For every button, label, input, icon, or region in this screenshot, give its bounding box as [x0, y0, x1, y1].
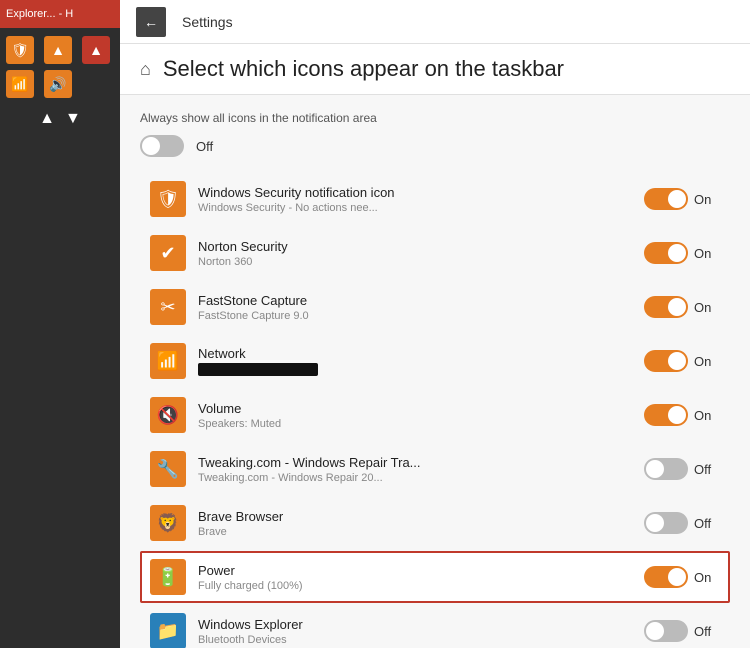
sidebar-top-label: Explorer... - H	[6, 8, 73, 20]
item-name: Norton Security	[198, 239, 632, 254]
sidebar-arrows: ▲ ▼	[0, 106, 120, 132]
item-name: Brave Browser	[198, 509, 632, 524]
item-toggle-area: On	[644, 188, 720, 210]
taskbar-icon-grid: 🛡 ▲ ▲ 📶 🔊	[0, 28, 120, 106]
always-show-label: Always show all icons in the notificatio…	[140, 111, 730, 125]
item-text: Brave Browser Brave	[198, 509, 632, 538]
item-sub: Fully charged (100%)	[198, 580, 632, 592]
settings-body: Always show all icons in the notificatio…	[120, 95, 750, 648]
taskbar-icon-speaker: 🔊	[44, 70, 72, 98]
item-toggle-area: On	[644, 242, 720, 264]
item-sub: Windows Security - No actions nee...	[198, 202, 632, 214]
item-toggle-area: On	[644, 404, 720, 426]
item-sub-redacted	[198, 363, 318, 376]
item-icon: 🔇	[150, 397, 186, 433]
item-toggle-label: Off	[694, 462, 720, 477]
header-bar: ← Settings	[120, 0, 750, 44]
item-icon: 🦁	[150, 505, 186, 541]
taskbar-icon-shield: 🛡	[6, 36, 34, 64]
list-item: 📶 Network On	[140, 335, 730, 387]
item-text: Power Fully charged (100%)	[198, 563, 632, 592]
item-toggle[interactable]	[644, 296, 688, 318]
header-title: Settings	[182, 14, 233, 30]
list-item: 📁 Windows Explorer Bluetooth Devices Off	[140, 605, 730, 648]
list-item: 🔇 Volume Speakers: Muted On	[140, 389, 730, 441]
always-show-row: Off	[140, 135, 730, 157]
item-name: Windows Explorer	[198, 617, 632, 632]
item-text: Network	[198, 346, 632, 376]
item-toggle[interactable]	[644, 620, 688, 642]
item-toggle-area: On	[644, 566, 720, 588]
item-text: FastStone Capture FastStone Capture 9.0	[198, 293, 632, 322]
item-icon: 📶	[150, 343, 186, 379]
item-name: Network	[198, 346, 632, 361]
item-toggle-area: On	[644, 350, 720, 372]
item-name: Tweaking.com - Windows Repair Tra...	[198, 455, 632, 470]
item-name: Power	[198, 563, 632, 578]
item-text: Windows Explorer Bluetooth Devices	[198, 617, 632, 646]
list-item: 🛡 Windows Security notification icon Win…	[140, 173, 730, 225]
item-toggle[interactable]	[644, 188, 688, 210]
item-text: Norton Security Norton 360	[198, 239, 632, 268]
list-item: ✔ Norton Security Norton 360 On	[140, 227, 730, 279]
item-toggle[interactable]	[644, 404, 688, 426]
item-name: Volume	[198, 401, 632, 416]
item-sub: Bluetooth Devices	[198, 634, 632, 646]
item-toggle-area: Off	[644, 620, 720, 642]
item-icon: 🔧	[150, 451, 186, 487]
item-toggle-label: Off	[694, 516, 720, 531]
item-toggle[interactable]	[644, 512, 688, 534]
page-title-bar: ⌂ Select which icons appear on the taskb…	[120, 44, 750, 95]
item-toggle-label: Off	[694, 624, 720, 639]
item-toggle[interactable]	[644, 242, 688, 264]
back-button[interactable]: ←	[136, 7, 166, 37]
item-sub: Speakers: Muted	[198, 418, 632, 430]
item-toggle[interactable]	[644, 458, 688, 480]
back-icon: ←	[144, 14, 158, 30]
item-icon: ✔	[150, 235, 186, 271]
item-text: Volume Speakers: Muted	[198, 401, 632, 430]
arrow-up-icon[interactable]: ▲	[39, 110, 55, 128]
list-item: 🔧 Tweaking.com - Windows Repair Tra... T…	[140, 443, 730, 495]
page-title: Select which icons appear on the taskbar	[163, 56, 564, 82]
always-show-toggle-text: Off	[196, 139, 213, 154]
taskbar-icon-wifi: 📶	[6, 70, 34, 98]
item-toggle-label: On	[694, 354, 720, 369]
home-icon: ⌂	[140, 59, 151, 80]
arrow-down-icon[interactable]: ▼	[65, 110, 81, 128]
list-item: ✂ FastStone Capture FastStone Capture 9.…	[140, 281, 730, 333]
item-toggle-area: On	[644, 296, 720, 318]
item-toggle-area: Off	[644, 512, 720, 534]
item-toggle-label: On	[694, 408, 720, 423]
items-list: 🛡 Windows Security notification icon Win…	[140, 173, 730, 648]
sidebar: Explorer... - H 🛡 ▲ ▲ 📶 🔊 ▲ ▼	[0, 0, 120, 648]
item-toggle-label: On	[694, 192, 720, 207]
item-sub: Norton 360	[198, 256, 632, 268]
item-toggle[interactable]	[644, 566, 688, 588]
item-name: FastStone Capture	[198, 293, 632, 308]
taskbar-icon-up2: ▲	[82, 36, 110, 64]
item-sub: Tweaking.com - Windows Repair 20...	[198, 472, 632, 484]
item-name: Windows Security notification icon	[198, 185, 632, 200]
item-icon: 📁	[150, 613, 186, 648]
item-text: Windows Security notification icon Windo…	[198, 185, 632, 214]
item-toggle-label: On	[694, 300, 720, 315]
item-icon: ✂	[150, 289, 186, 325]
item-toggle[interactable]	[644, 350, 688, 372]
item-icon: 🛡	[150, 181, 186, 217]
item-toggle-label: On	[694, 246, 720, 261]
list-item: 🦁 Brave Browser Brave Off	[140, 497, 730, 549]
always-show-toggle[interactable]	[140, 135, 184, 157]
item-icon: 🔋	[150, 559, 186, 595]
list-item: 🔋 Power Fully charged (100%) On	[140, 551, 730, 603]
item-toggle-label: On	[694, 570, 720, 585]
main-content: ← Settings ⌂ Select which icons appear o…	[120, 0, 750, 648]
item-sub: FastStone Capture 9.0	[198, 310, 632, 322]
item-toggle-area: Off	[644, 458, 720, 480]
sidebar-top-bar: Explorer... - H	[0, 0, 120, 28]
item-text: Tweaking.com - Windows Repair Tra... Twe…	[198, 455, 632, 484]
taskbar-icon-up1: ▲	[44, 36, 72, 64]
item-sub: Brave	[198, 526, 632, 538]
